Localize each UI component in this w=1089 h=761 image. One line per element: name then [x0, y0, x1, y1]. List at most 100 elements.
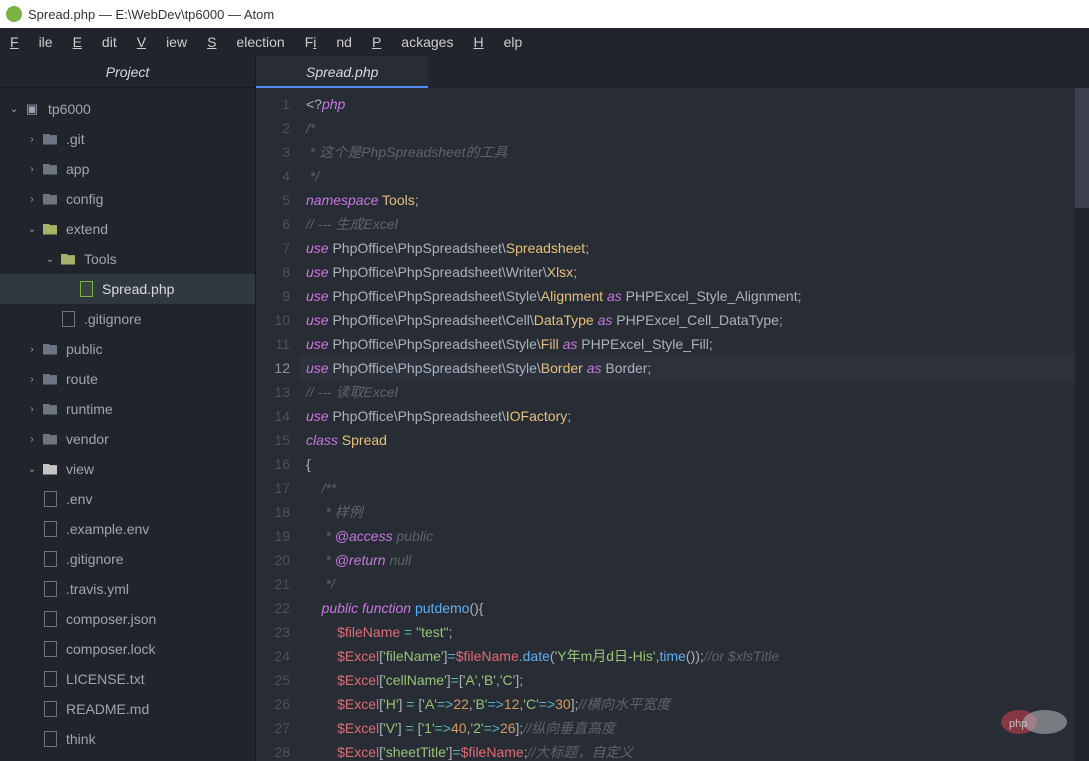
tree-item-label: composer.json: [66, 611, 156, 627]
chevron-right-icon[interactable]: ›: [26, 434, 38, 445]
code-line[interactable]: use PhpOffice\PhpSpreadsheet\Style\Borde…: [300, 356, 1089, 380]
chevron-right-icon[interactable]: ›: [26, 344, 38, 355]
line-number: 13: [256, 380, 290, 404]
project-header: Project: [0, 56, 255, 88]
code-line[interactable]: use PhpOffice\PhpSpreadsheet\Style\Align…: [300, 284, 1089, 308]
code-line[interactable]: $fileName = "test";: [300, 620, 1089, 644]
tree-item-route[interactable]: › route: [0, 364, 255, 394]
file-icon: [42, 581, 58, 597]
code-line[interactable]: * @return null: [300, 548, 1089, 572]
code-line[interactable]: class Spread: [300, 428, 1089, 452]
tree-item-app[interactable]: › app: [0, 154, 255, 184]
tree-item--git[interactable]: ›.git: [0, 124, 255, 154]
title-bar: Spread.php — E:\WebDev\tp6000 — Atom: [0, 0, 1089, 28]
code-line[interactable]: use PhpOffice\PhpSpreadsheet\Cell\DataTy…: [300, 308, 1089, 332]
chevron-right-icon[interactable]: ›: [26, 194, 38, 205]
menu-help[interactable]: Help: [473, 34, 522, 50]
tree-item-composer-json[interactable]: composer.json: [0, 604, 255, 634]
code-line[interactable]: */: [300, 572, 1089, 596]
menu-packages[interactable]: Packages: [372, 34, 454, 50]
menu-file[interactable]: File: [10, 34, 53, 50]
tree-item-vendor[interactable]: ›vendor: [0, 424, 255, 454]
scrollbar-thumb[interactable]: [1075, 88, 1089, 208]
folder-icon: [42, 161, 58, 177]
code-line[interactable]: use PhpOffice\PhpSpreadsheet\Spreadsheet…: [300, 236, 1089, 260]
chevron-right-icon[interactable]: ›: [26, 134, 38, 145]
code-line[interactable]: namespace Tools;: [300, 188, 1089, 212]
tree-item-Spread-php[interactable]: Spread.php: [0, 274, 255, 304]
line-number: 10: [256, 308, 290, 332]
code-line[interactable]: // --- 读取Excel: [300, 380, 1089, 404]
line-number: 28: [256, 740, 290, 761]
tree-item--env[interactable]: .env: [0, 484, 255, 514]
menu-find[interactable]: Find: [305, 34, 352, 50]
code-line[interactable]: * 样例: [300, 500, 1089, 524]
tree-root[interactable]: ⌄ tp6000: [0, 94, 255, 124]
code-line[interactable]: /**: [300, 476, 1089, 500]
window-title: Spread.php — E:\WebDev\tp6000 — Atom: [28, 7, 274, 22]
chevron-right-icon[interactable]: ›: [26, 404, 38, 415]
code-line[interactable]: public function putdemo(){: [300, 596, 1089, 620]
tree-item-composer-lock[interactable]: composer.lock: [0, 634, 255, 664]
file-icon: [42, 701, 58, 717]
tree-item-Tools[interactable]: ⌄Tools: [0, 244, 255, 274]
watermark-logo: php: [999, 707, 1069, 737]
code-line[interactable]: /*: [300, 116, 1089, 140]
tree-item-README-md[interactable]: README.md: [0, 694, 255, 724]
code-line[interactable]: $Excel['fileName']=$fileName.date('Y年m月d…: [300, 644, 1089, 668]
code-area[interactable]: 1234567891011121314151617181920212223242…: [256, 88, 1089, 761]
menu-bar: File Edit View Selection Find Packages H…: [0, 28, 1089, 56]
code-line[interactable]: * 这个是PhpSpreadsheet的工具: [300, 140, 1089, 164]
chevron-right-icon[interactable]: ›: [26, 164, 38, 175]
line-number: 6: [256, 212, 290, 236]
tree-item--travis-yml[interactable]: .travis.yml: [0, 574, 255, 604]
code-line[interactable]: $Excel['cellName']=['A','B','C'];: [300, 668, 1089, 692]
chevron-down-icon[interactable]: ⌄: [44, 254, 56, 265]
code-line[interactable]: $Excel['sheetTitle']=$fileName;//大标题，自定义: [300, 740, 1089, 761]
code-line[interactable]: */: [300, 164, 1089, 188]
tree-item-public[interactable]: ›public: [0, 334, 255, 364]
chevron-down-icon[interactable]: ⌄: [26, 464, 38, 475]
folder-icon: [42, 431, 58, 447]
code-line[interactable]: use PhpOffice\PhpSpreadsheet\Writer\Xlsx…: [300, 260, 1089, 284]
vertical-scrollbar[interactable]: [1075, 88, 1089, 761]
code-content[interactable]: <?php/* * 这个是PhpSpreadsheet的工具 */namespa…: [300, 88, 1089, 761]
tab-spread-php[interactable]: Spread.php: [256, 56, 428, 88]
code-line[interactable]: {: [300, 452, 1089, 476]
code-line[interactable]: use PhpOffice\PhpSpreadsheet\IOFactory;: [300, 404, 1089, 428]
tree-item-label: route: [66, 371, 98, 387]
chevron-down-icon[interactable]: ⌄: [8, 104, 20, 115]
code-line[interactable]: <?php: [300, 92, 1089, 116]
tree-item--gitignore[interactable]: .gitignore: [0, 304, 255, 334]
tree-item-label: Spread.php: [102, 281, 174, 297]
code-line[interactable]: use PhpOffice\PhpSpreadsheet\Style\Fill …: [300, 332, 1089, 356]
code-line[interactable]: $Excel['H'] = ['A'=>22,'B'=>12,'C'=>30];…: [300, 692, 1089, 716]
folder-icon: [42, 221, 58, 237]
tree-item-label: composer.lock: [66, 641, 155, 657]
project-tree[interactable]: ⌄ tp6000 ›.git›app›config⌄extend⌄ToolsSp…: [0, 88, 255, 761]
menu-edit[interactable]: Edit: [73, 34, 117, 50]
code-line[interactable]: $Excel['V'] = ['1'=>40,'2'=>26];//纵向垂直高度: [300, 716, 1089, 740]
main-content: Project ⌄ tp6000 ›.git›app›config⌄extend…: [0, 56, 1089, 761]
tree-item-runtime[interactable]: ›runtime: [0, 394, 255, 424]
tree-item-think[interactable]: think: [0, 724, 255, 754]
tree-item-extend[interactable]: ⌄extend: [0, 214, 255, 244]
menu-selection[interactable]: Selection: [207, 34, 285, 50]
tree-item-config[interactable]: ›config: [0, 184, 255, 214]
line-number: 24: [256, 644, 290, 668]
tree-item-label: app: [66, 161, 89, 177]
chevron-right-icon[interactable]: ›: [26, 374, 38, 385]
chevron-down-icon[interactable]: ⌄: [26, 224, 38, 235]
tree-item-label: view: [66, 461, 94, 477]
tree-item-view[interactable]: ⌄ view: [0, 454, 255, 484]
menu-view[interactable]: View: [137, 34, 187, 50]
tree-item-label: .travis.yml: [66, 581, 129, 597]
code-line[interactable]: * @access public: [300, 524, 1089, 548]
tree-item-LICENSE-txt[interactable]: LICENSE.txt: [0, 664, 255, 694]
tree-item--gitignore[interactable]: .gitignore: [0, 544, 255, 574]
tree-root-label: tp6000: [48, 101, 91, 117]
tree-item--example-env[interactable]: .example.env: [0, 514, 255, 544]
line-number: 23: [256, 620, 290, 644]
line-number: 22: [256, 596, 290, 620]
code-line[interactable]: // --- 生成Excel: [300, 212, 1089, 236]
